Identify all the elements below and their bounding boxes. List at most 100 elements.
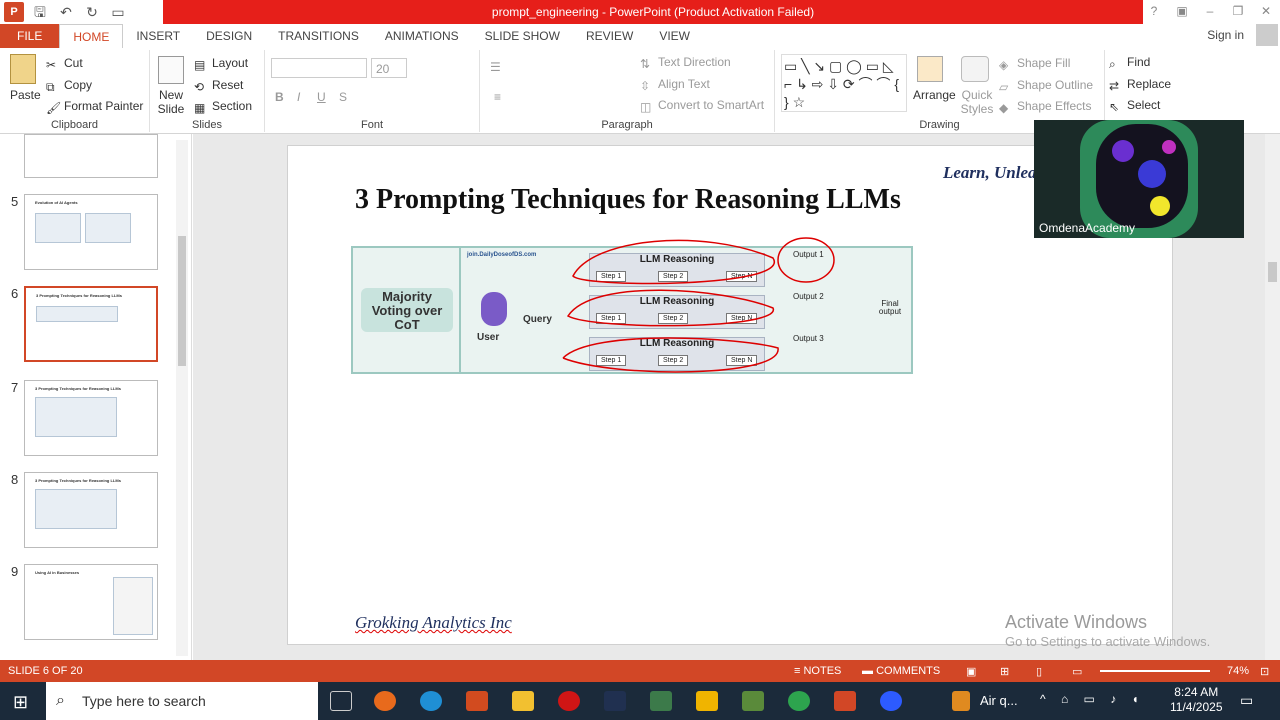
slides-label: Slides [192, 119, 222, 131]
slide-thumbnail-4[interactable] [24, 134, 158, 178]
firefox-icon[interactable] [374, 691, 396, 711]
slide-thumbnail-5[interactable]: Evolution of AI Agents [24, 194, 158, 270]
shape-fill-button[interactable]: Shape Fill [1017, 56, 1070, 70]
paste-button[interactable]: Paste [10, 88, 41, 102]
chrome-icon[interactable] [788, 691, 810, 711]
align-text-button[interactable]: Align Text [658, 77, 710, 91]
zoom-slider[interactable] [1100, 670, 1210, 672]
convert-smartart-button[interactable]: Convert to SmartArt [658, 98, 764, 112]
font-size-box[interactable]: 20 [371, 58, 407, 78]
bold-icon[interactable]: B [275, 90, 284, 104]
opera-icon[interactable] [558, 691, 580, 711]
italic-icon[interactable]: I [297, 90, 300, 104]
thumbnail-title: 3 Prompting Techniques for Reasoning LLM… [35, 386, 121, 391]
find-button[interactable]: Find [1127, 55, 1150, 69]
app-icon[interactable] [650, 691, 672, 711]
format-painter-button[interactable]: Format Painter [64, 99, 143, 113]
shapes-gallery[interactable]: ▭ ╲ ↘ ▢ ◯ ▭ ◺ ⌐ ↳ ⇨ ⇩ ⟳ ⌒ ⌒ { } ☆ [781, 54, 907, 112]
notes-button[interactable]: NOTES [803, 665, 841, 677]
slide-thumbnail-9[interactable]: Using AI in Businesses [24, 564, 158, 640]
paste-icon[interactable] [10, 54, 36, 84]
slide-thumbnail-8[interactable]: 3 Prompting Techniques for Reasoning LLM… [24, 472, 158, 548]
slide-thumbnail-7[interactable]: 3 Prompting Techniques for Reasoning LLM… [24, 380, 158, 456]
layout-button[interactable]: Layout [212, 56, 248, 70]
underline-icon[interactable]: U [317, 90, 326, 104]
slide-title[interactable]: 3 Prompting Techniques for Reasoning LLM… [355, 184, 901, 216]
reset-button[interactable]: Reset [212, 78, 243, 92]
cut-button[interactable]: Cut [64, 56, 83, 70]
text-direction-button[interactable]: Text Direction [658, 55, 731, 69]
align-left-icon[interactable]: ≡ [494, 90, 501, 104]
thumbnail-number: 6 [11, 286, 19, 301]
tab-review[interactable]: REVIEW [573, 24, 646, 48]
bullets-icon[interactable]: ☰ [490, 60, 501, 74]
windows-start-icon[interactable]: ⊞ [13, 692, 28, 713]
slideshow-icon[interactable]: ▭ [1072, 665, 1082, 678]
diagram-method-label: Majority Voting over CoT [361, 288, 453, 332]
notification-icon[interactable]: ▭ [1240, 692, 1253, 709]
quick-styles-icon[interactable] [961, 56, 989, 82]
tab-animations[interactable]: ANIMATIONS [372, 24, 472, 48]
shape-outline-button[interactable]: Shape Outline [1017, 78, 1093, 92]
scrollbar-thumb[interactable] [178, 236, 186, 366]
new-slide-icon[interactable] [158, 56, 184, 84]
shape-fill-icon: ◈ [999, 57, 1009, 72]
presentation-icon[interactable]: ▭ [108, 2, 128, 22]
new-slide-button[interactable]: New Slide [154, 88, 188, 116]
clock[interactable]: 8:24 AM 11/4/2025 [1170, 685, 1223, 715]
sign-in-link[interactable]: Sign in [1207, 28, 1244, 42]
avatar[interactable] [1256, 24, 1278, 46]
arrange-button[interactable]: Arrange [913, 88, 956, 102]
matlab-icon[interactable] [466, 691, 488, 711]
slide-thumbnail-6[interactable]: 3 Prompting Techniques for Reasoning LLM… [24, 286, 158, 362]
select-button[interactable]: Select [1127, 98, 1160, 112]
reading-view-icon[interactable]: ▯ [1036, 665, 1042, 678]
comments-button[interactable]: COMMENTS [876, 665, 940, 677]
app-icon[interactable] [742, 691, 764, 711]
system-tray-icons[interactable]: ^ ⌂ ▭ ♪ ◖ [1040, 692, 1145, 706]
diagram-image[interactable]: Majority Voting over CoT join.DailyDoseo… [351, 237, 913, 374]
arrange-icon[interactable] [917, 56, 943, 82]
weather-icon[interactable] [952, 691, 970, 711]
scrollbar-thumb[interactable] [1268, 262, 1277, 282]
font-name-box[interactable] [271, 58, 367, 78]
close-icon[interactable]: ✕ [1252, 0, 1280, 24]
tab-design[interactable]: DESIGN [193, 24, 265, 48]
tab-transitions[interactable]: TRANSITIONS [265, 24, 372, 48]
undo-icon[interactable]: ↶ [56, 2, 76, 22]
slide-sorter-icon[interactable]: ⊞ [1000, 665, 1009, 678]
tab-slide-show[interactable]: SLIDE SHOW [472, 24, 573, 48]
thumbnail-scrollbar[interactable] [176, 140, 188, 656]
fit-to-window-icon[interactable]: ⊡ [1260, 665, 1269, 678]
help-icon[interactable]: ? [1140, 0, 1168, 24]
tab-home[interactable]: HOME [59, 24, 124, 48]
normal-view-icon[interactable]: ▣ [966, 665, 976, 678]
edge-icon[interactable] [420, 691, 442, 711]
tab-view[interactable]: VIEW [646, 24, 703, 48]
zoom-app-icon[interactable] [880, 691, 902, 711]
terminal-icon[interactable] [604, 691, 626, 711]
copy-button[interactable]: Copy [64, 78, 92, 92]
save-icon[interactable]: 🖫 [30, 2, 50, 22]
ribbon-display-icon[interactable]: ▣ [1168, 0, 1196, 24]
powerpoint-taskbar-icon[interactable] [834, 691, 856, 711]
replace-button[interactable]: Replace [1127, 77, 1171, 91]
task-view-icon[interactable] [330, 691, 352, 711]
maximize-icon[interactable]: ❐ [1224, 0, 1252, 24]
shadow-icon[interactable]: S [339, 90, 347, 104]
slide-scrollbar[interactable] [1265, 134, 1280, 660]
redo-icon[interactable]: ↻ [82, 2, 102, 22]
zoom-level[interactable]: 74% [1227, 665, 1249, 677]
minimize-icon[interactable]: – [1196, 0, 1224, 24]
section-button[interactable]: Section [212, 99, 252, 113]
power-bi-icon[interactable] [696, 691, 718, 711]
file-explorer-icon[interactable] [512, 691, 534, 711]
tab-insert[interactable]: INSERT [123, 24, 193, 48]
webcam-name: OmdenaAcademy [1039, 221, 1136, 235]
tab-file[interactable]: FILE [0, 24, 60, 48]
taskbar-search[interactable]: ⌕ Type here to search [46, 682, 318, 720]
thumbnail-number: 7 [11, 380, 19, 395]
weather-text[interactable]: Air q... [980, 693, 1018, 708]
quick-styles-button[interactable]: Quick Styles [957, 88, 997, 116]
shape-effects-button[interactable]: Shape Effects [1017, 99, 1092, 113]
